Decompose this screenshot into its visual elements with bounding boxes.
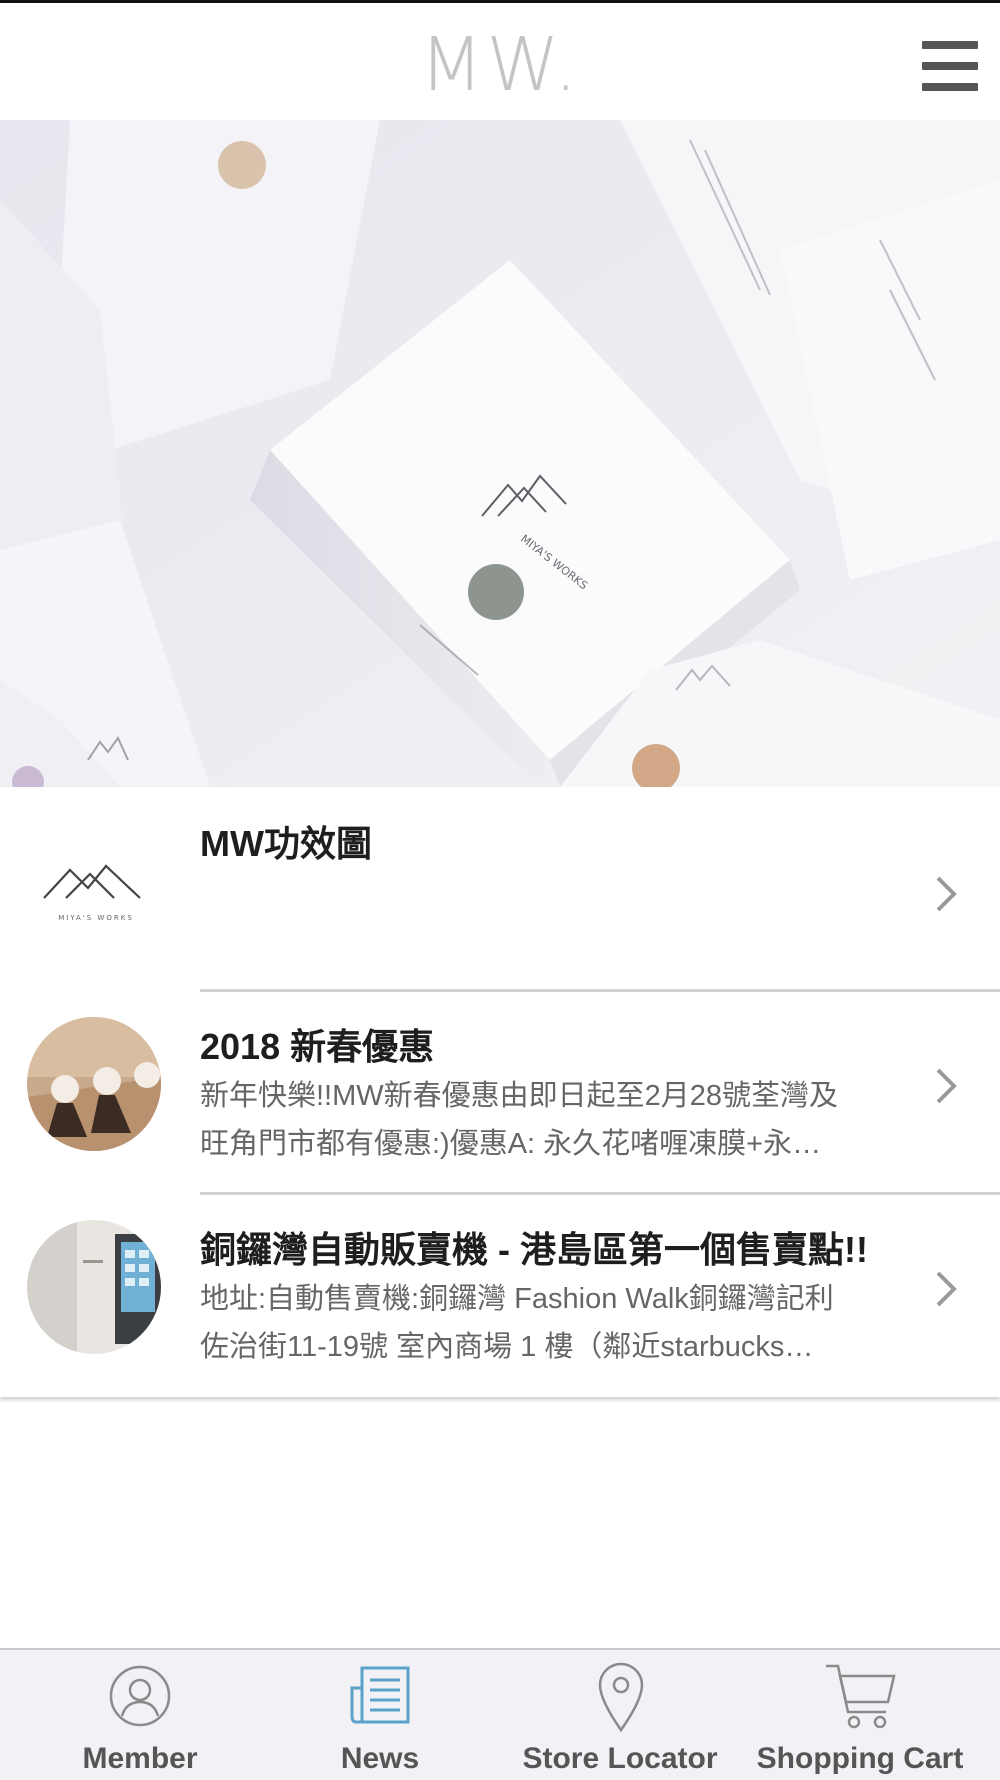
tab-member[interactable]: Member — [20, 1650, 260, 1780]
tab-label: News — [340, 1742, 420, 1775]
tab-label: Shopping Cart — [756, 1742, 964, 1775]
miyas-works-logo: MIYA'S WORKS — [36, 822, 156, 942]
list-item[interactable]: 2018 新春優惠 新年快樂!!MW新春優惠由即日起至2月28號荃灣及 旺角門市… — [0, 992, 1000, 1192]
product-photo — [27, 1017, 161, 1151]
tab-label: Store Locator — [522, 1742, 718, 1775]
vending-machine-photo — [27, 1220, 161, 1354]
tab-label: Member — [82, 1742, 198, 1775]
tab-store-locator[interactable]: Store Locator — [500, 1650, 740, 1780]
hero-banner-image: MIYA'S WORKS — [0, 120, 1000, 787]
news-title: 銅鑼灣自動販賣機 - 港島區第一個售賣點!! — [200, 1229, 868, 1270]
news-title: 2018 新春優惠 — [200, 1026, 435, 1067]
news-description-line: 地址:自動售賣機:銅鑼灣 Fashion Walk銅鑼灣記利 — [200, 1283, 834, 1315]
brand-logo[interactable]: MW. — [0, 25, 1000, 105]
list-item[interactable]: 銅鑼灣自動販賣機 - 港島區第一個售賣點!! 地址:自動售賣機:銅鑼灣 Fash… — [0, 1195, 1000, 1397]
news-title: MW功效圖 — [200, 823, 372, 864]
news-description-line: 旺角門市都有優惠:)優惠A: 永久花啫喱凍膜+永… — [200, 1128, 822, 1160]
shopping-cart-icon — [826, 1664, 896, 1729]
news-description-line: 佐治街11-19號 室內商場 1 樓（鄰近starbucks… — [200, 1331, 814, 1363]
app-header: MW. — [0, 3, 1000, 120]
location-pin-icon — [598, 1662, 644, 1732]
news-description: 新年快樂!!MW新春優惠由即日起至2月28號荃灣及 旺角門市都有優惠:)優惠A:… — [200, 1072, 920, 1168]
hamburger-menu-icon[interactable] — [922, 41, 978, 91]
news-list: MIYA'S WORKS MW功效圖 2018 新春優惠 新年快樂!!MW新春優… — [0, 787, 1000, 1397]
chevron-right-icon — [936, 876, 957, 912]
user-icon — [109, 1665, 171, 1727]
tab-shopping-cart[interactable]: Shopping Cart — [740, 1650, 980, 1780]
hero-banner[interactable]: MIYA'S WORKS — [0, 120, 1000, 787]
logo-text: MIYA'S WORKS — [58, 914, 134, 922]
tab-news[interactable]: News — [260, 1650, 500, 1780]
list-item[interactable]: MIYA'S WORKS MW功效圖 — [0, 787, 1000, 992]
chevron-right-icon — [936, 1271, 957, 1307]
news-description-line: 新年快樂!!MW新春優惠由即日起至2月28號荃灣及 — [200, 1080, 839, 1112]
chevron-right-icon — [936, 1068, 957, 1104]
news-description: 地址:自動售賣機:銅鑼灣 Fashion Walk銅鑼灣記利 佐治街11-19號… — [200, 1275, 920, 1371]
newspaper-icon — [350, 1666, 410, 1724]
bottom-tab-bar: Member News Store Locator Shopping Cart — [0, 1648, 1000, 1780]
